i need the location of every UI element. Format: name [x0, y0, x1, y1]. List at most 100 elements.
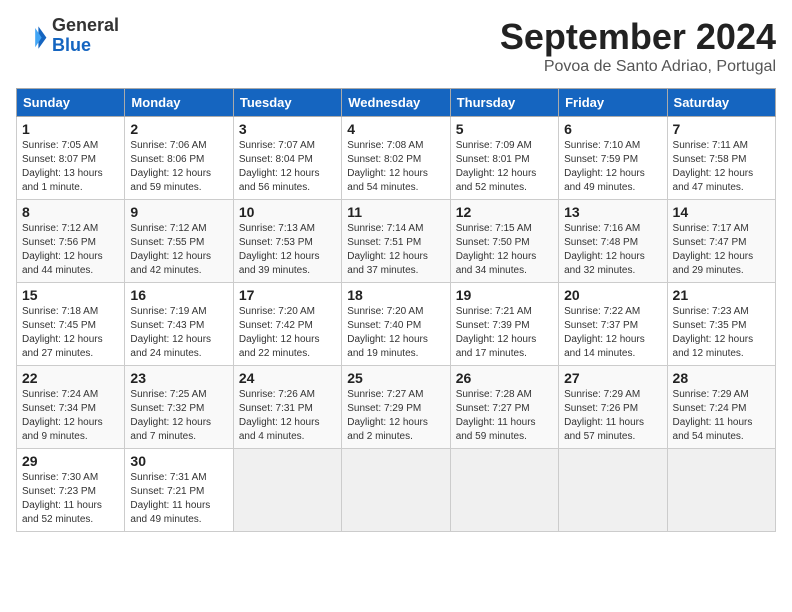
header-cell-tuesday: Tuesday	[233, 89, 341, 117]
day-cell	[450, 449, 558, 532]
day-number: 6	[564, 121, 661, 137]
title-block: September 2024 Povoa de Santo Adriao, Po…	[500, 16, 776, 76]
day-number: 3	[239, 121, 336, 137]
header-cell-friday: Friday	[559, 89, 667, 117]
week-row-5: 29 Sunrise: 7:30 AMSunset: 7:23 PMDayligh…	[17, 449, 776, 532]
day-number: 14	[673, 204, 770, 220]
logo: General Blue	[16, 16, 119, 56]
day-number: 12	[456, 204, 553, 220]
day-cell: 21 Sunrise: 7:23 AMSunset: 7:35 PMDayligh…	[667, 283, 775, 366]
day-number: 13	[564, 204, 661, 220]
day-number: 26	[456, 370, 553, 386]
header-row: SundayMondayTuesdayWednesdayThursdayFrid…	[17, 89, 776, 117]
day-info: Sunrise: 7:31 AMSunset: 7:21 PMDaylight:…	[130, 471, 227, 527]
day-cell: 12Sunrise: 7:15 AMSunset: 7:50 PMDayligh…	[450, 200, 558, 283]
day-number: 19	[456, 287, 553, 303]
day-info: Sunrise: 7:13 AMSunset: 7:53 PMDaylight:…	[239, 222, 336, 278]
day-info: Sunrise: 7:22 AMSunset: 7:37 PMDaylight:…	[564, 305, 661, 361]
day-number: 11	[347, 204, 444, 220]
day-cell: 2Sunrise: 7:06 AMSunset: 8:06 PMDaylight…	[125, 117, 233, 200]
day-number: 29	[22, 453, 119, 469]
calendar-body: 1 Sunrise: 7:05 AMSunset: 8:07 PMDaylight…	[17, 117, 776, 532]
day-number: 28	[673, 370, 770, 386]
day-cell: 19 Sunrise: 7:21 AMSunset: 7:39 PMDayligh…	[450, 283, 558, 366]
day-number: 15	[22, 287, 119, 303]
day-cell: 30Sunrise: 7:31 AMSunset: 7:21 PMDayligh…	[125, 449, 233, 532]
header-cell-wednesday: Wednesday	[342, 89, 450, 117]
day-cell: 17Sunrise: 7:20 AMSunset: 7:42 PMDayligh…	[233, 283, 341, 366]
day-number: 1	[22, 121, 119, 137]
day-cell	[342, 449, 450, 532]
day-cell: 5 Sunrise: 7:09 AMSunset: 8:01 PMDaylight…	[450, 117, 558, 200]
day-cell: 8 Sunrise: 7:12 AMSunset: 7:56 PMDaylight…	[17, 200, 125, 283]
day-cell: 1 Sunrise: 7:05 AMSunset: 8:07 PMDaylight…	[17, 117, 125, 200]
day-info: Sunrise: 7:06 AMSunset: 8:06 PMDaylight:…	[130, 139, 227, 195]
logo-blue-text: Blue	[52, 35, 91, 55]
day-cell: 15 Sunrise: 7:18 AMSunset: 7:45 PMDayligh…	[17, 283, 125, 366]
day-number: 16	[130, 287, 227, 303]
day-info: Sunrise: 7:10 AMSunset: 7:59 PMDaylight:…	[564, 139, 661, 195]
day-number: 21	[673, 287, 770, 303]
day-cell	[233, 449, 341, 532]
day-info: Sunrise: 7:19 AMSunset: 7:43 PMDaylight:…	[130, 305, 227, 361]
logo-icon	[16, 20, 48, 52]
day-info: Sunrise: 7:16 AMSunset: 7:48 PMDaylight:…	[564, 222, 661, 278]
day-info: Sunrise: 7:11 AMSunset: 7:58 PMDaylight:…	[673, 139, 770, 195]
day-cell: 18Sunrise: 7:20 AMSunset: 7:40 PMDayligh…	[342, 283, 450, 366]
day-cell: 9Sunrise: 7:12 AMSunset: 7:55 PMDaylight…	[125, 200, 233, 283]
week-row-4: 22 Sunrise: 7:24 AMSunset: 7:34 PMDayligh…	[17, 366, 776, 449]
day-cell: 11 Sunrise: 7:14 AMSunset: 7:51 PMDayligh…	[342, 200, 450, 283]
week-row-1: 1 Sunrise: 7:05 AMSunset: 8:07 PMDaylight…	[17, 117, 776, 200]
day-cell: 26Sunrise: 7:28 AMSunset: 7:27 PMDayligh…	[450, 366, 558, 449]
day-info: Sunrise: 7:07 AMSunset: 8:04 PMDaylight:…	[239, 139, 336, 195]
day-info: Sunrise: 7:27 AMSunset: 7:29 PMDaylight:…	[347, 388, 444, 444]
day-info: Sunrise: 7:12 AMSunset: 7:55 PMDaylight:…	[130, 222, 227, 278]
page-header: General Blue September 2024 Povoa de San…	[16, 16, 776, 76]
day-number: 25	[347, 370, 444, 386]
day-number: 22	[22, 370, 119, 386]
day-number: 17	[239, 287, 336, 303]
day-cell: 24Sunrise: 7:26 AMSunset: 7:31 PMDayligh…	[233, 366, 341, 449]
day-info: Sunrise: 7:12 AMSunset: 7:56 PMDaylight:…	[22, 222, 119, 278]
day-cell: 13 Sunrise: 7:16 AMSunset: 7:48 PMDayligh…	[559, 200, 667, 283]
calendar-table: SundayMondayTuesdayWednesdayThursdayFrid…	[16, 88, 776, 532]
day-cell: 6 Sunrise: 7:10 AMSunset: 7:59 PMDaylight…	[559, 117, 667, 200]
day-info: Sunrise: 7:29 AMSunset: 7:24 PMDaylight:…	[673, 388, 770, 444]
header-cell-monday: Monday	[125, 89, 233, 117]
day-info: Sunrise: 7:14 AMSunset: 7:51 PMDaylight:…	[347, 222, 444, 278]
day-info: Sunrise: 7:05 AMSunset: 8:07 PMDaylight:…	[22, 139, 119, 195]
day-number: 4	[347, 121, 444, 137]
day-cell: 20Sunrise: 7:22 AMSunset: 7:37 PMDayligh…	[559, 283, 667, 366]
day-info: Sunrise: 7:24 AMSunset: 7:34 PMDaylight:…	[22, 388, 119, 444]
day-number: 7	[673, 121, 770, 137]
day-cell: 7 Sunrise: 7:11 AMSunset: 7:58 PMDaylight…	[667, 117, 775, 200]
day-cell	[559, 449, 667, 532]
day-info: Sunrise: 7:26 AMSunset: 7:31 PMDaylight:…	[239, 388, 336, 444]
day-info: Sunrise: 7:18 AMSunset: 7:45 PMDaylight:…	[22, 305, 119, 361]
month-title: September 2024	[500, 16, 776, 58]
day-cell: 10 Sunrise: 7:13 AMSunset: 7:53 PMDayligh…	[233, 200, 341, 283]
logo-general-text: General	[52, 15, 119, 35]
day-info: Sunrise: 7:17 AMSunset: 7:47 PMDaylight:…	[673, 222, 770, 278]
day-cell: 3 Sunrise: 7:07 AMSunset: 8:04 PMDaylight…	[233, 117, 341, 200]
day-number: 18	[347, 287, 444, 303]
day-info: Sunrise: 7:29 AMSunset: 7:26 PMDaylight:…	[564, 388, 661, 444]
day-cell: 28 Sunrise: 7:29 AMSunset: 7:24 PMDayligh…	[667, 366, 775, 449]
day-number: 8	[22, 204, 119, 220]
day-info: Sunrise: 7:09 AMSunset: 8:01 PMDaylight:…	[456, 139, 553, 195]
day-cell: 23Sunrise: 7:25 AMSunset: 7:32 PMDayligh…	[125, 366, 233, 449]
day-info: Sunrise: 7:08 AMSunset: 8:02 PMDaylight:…	[347, 139, 444, 195]
day-info: Sunrise: 7:23 AMSunset: 7:35 PMDaylight:…	[673, 305, 770, 361]
day-number: 5	[456, 121, 553, 137]
day-cell: 25 Sunrise: 7:27 AMSunset: 7:29 PMDayligh…	[342, 366, 450, 449]
day-number: 27	[564, 370, 661, 386]
header-cell-saturday: Saturday	[667, 89, 775, 117]
day-cell: 4 Sunrise: 7:08 AMSunset: 8:02 PMDaylight…	[342, 117, 450, 200]
day-cell	[667, 449, 775, 532]
day-info: Sunrise: 7:21 AMSunset: 7:39 PMDaylight:…	[456, 305, 553, 361]
week-row-2: 8 Sunrise: 7:12 AMSunset: 7:56 PMDaylight…	[17, 200, 776, 283]
day-number: 10	[239, 204, 336, 220]
day-cell: 27 Sunrise: 7:29 AMSunset: 7:26 PMDayligh…	[559, 366, 667, 449]
day-cell: 29 Sunrise: 7:30 AMSunset: 7:23 PMDayligh…	[17, 449, 125, 532]
day-info: Sunrise: 7:30 AMSunset: 7:23 PMDaylight:…	[22, 471, 119, 527]
